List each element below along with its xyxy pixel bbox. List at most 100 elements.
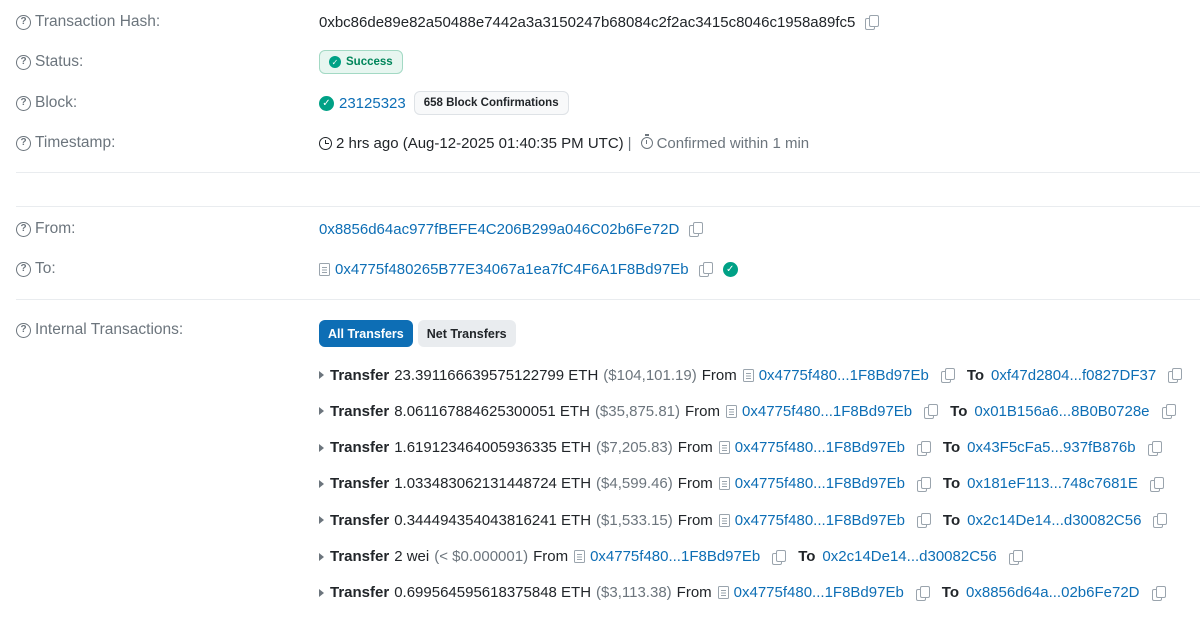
to-address-link[interactable]: 0x4775f480265B77E34067a1ea7fC4F6A1F8Bd97… [335,261,689,278]
transfer-tabs: All Transfers Net Transfers [319,320,521,347]
transfer-to-link[interactable]: 0x01B156a6...8B0B0728e [974,403,1149,420]
copy-icon[interactable] [915,585,930,601]
tx-hash-text: 0xbc86de89e82a50488e7442a3a3150247b68084… [319,13,856,31]
contract-icon [717,586,729,600]
transfer-word: Transfer [330,511,390,529]
transfer-amount: 1.619123464005936335 ETH [394,439,592,457]
to-row: ? To: 0x4775f480265B77E34067a1ea7fC4F6A1… [0,256,1200,282]
transfer-usd: (< $0.000001) [434,548,529,565]
tx-hash-label: ? Transaction Hash: [16,13,160,31]
to-word: To [942,439,961,457]
question-icon[interactable]: ? [16,261,31,277]
transfer-to-link[interactable]: 0x2c14De14...d30082C56 [822,548,996,565]
tx-hash-row: ? Transaction Hash: 0xbc86de89e82a50488e… [0,9,1200,35]
copy-icon[interactable] [1147,440,1162,456]
from-word: From [677,439,713,457]
to-word: To [941,584,960,602]
transfer-to-link[interactable]: 0x43F5cFa5...937fB876b [967,439,1135,456]
divider [16,299,1200,300]
transfer-usd: ($1,533.15) [596,511,673,529]
copy-icon[interactable] [1149,476,1164,492]
transfer-row: Transfer 23.391166639575122799 ETH ($104,1… [319,362,1183,388]
transfer-row: Transfer 1.033483062131448724 ETH ($4,599.… [319,471,1164,497]
caret-right-icon[interactable] [319,443,324,452]
copy-icon[interactable] [772,549,787,565]
clock-icon [319,136,332,150]
internal-tx-row: ? Internal Transactions: [0,317,1200,343]
caret-right-icon[interactable] [319,516,324,525]
copy-icon[interactable] [698,262,713,277]
timestamp-value: 2 hrs ago (Aug-12-2025 01:40:35 PM UTC) … [319,134,809,152]
question-icon[interactable]: ? [16,95,31,111]
timestamp-separator: | [627,134,632,152]
transfer-from-link[interactable]: 0x4775f480...1F8Bd97Eb [735,512,905,529]
transfer-row: Transfer 0.699564595618375848 ETH ($3,113.… [319,580,1166,606]
transfer-word: Transfer [330,584,390,602]
transfer-from-link[interactable]: 0x4775f480...1F8Bd97Eb [735,439,905,456]
copy-icon[interactable] [1168,368,1183,383]
timestamp-row: ? Timestamp: 2 hrs ago (Aug-12-2025 01:4… [0,130,1200,156]
transfer-from-link[interactable]: 0x4775f480...1F8Bd97Eb [734,584,904,601]
tab-net-transfers[interactable]: Net Transfers [417,320,516,347]
transfer-to-link[interactable]: 0x8856d64a...02b6Fe72D [966,584,1139,601]
copy-icon[interactable] [940,368,955,383]
caret-right-icon[interactable] [319,588,324,597]
question-icon[interactable]: ? [16,54,31,70]
copy-icon[interactable] [916,440,931,456]
from-address-link[interactable]: 0x8856d64ac977fBEFE4C206B299a046C02b6Fe7… [319,221,679,238]
copy-icon[interactable] [916,513,931,529]
transfer-from-link[interactable]: 0x4775f480...1F8Bd97Eb [590,548,760,565]
question-icon[interactable]: ? [16,135,31,151]
from-word: From [685,402,721,420]
status-row: ? Status: ✓ Success [0,49,1200,75]
transfer-amount: 1.033483062131448724 ETH [394,475,592,493]
caret-right-icon[interactable] [319,371,324,379]
internal-tx-label: ? Internal Transactions: [16,321,183,339]
from-label: ? From: [16,220,75,238]
transfer-to-link[interactable]: 0x181eF113...748c7681E [967,475,1138,492]
tx-hash-value: 0xbc86de89e82a50488e7442a3a3150247b68084… [319,13,880,31]
transfer-row: Transfer 2 wei (< $0.000001) From 0x4775f480… [319,544,1023,570]
transfer-from-link[interactable]: 0x4775f480...1F8Bd97Eb [735,475,905,492]
to-word: To [942,475,961,493]
contract-icon [718,513,730,527]
to-value: 0x4775f480265B77E34067a1ea7fC4F6A1F8Bd97… [319,261,743,278]
caret-right-icon[interactable] [319,552,324,561]
caret-right-icon[interactable] [319,407,324,416]
question-icon[interactable]: ? [16,221,31,237]
copy-icon[interactable] [1151,585,1166,601]
transfer-word: Transfer [330,439,390,457]
transfer-to-link[interactable]: 0xf47d2804...f0827DF37 [991,367,1156,384]
check-circle-icon: ✓ [319,95,334,111]
question-icon[interactable]: ? [16,322,31,338]
contract-icon [742,368,754,382]
contract-icon [726,404,738,418]
from-word: From [677,511,713,529]
copy-icon[interactable] [865,15,880,30]
copy-icon[interactable] [916,476,931,492]
transfer-amount: 0.344494354043816241 ETH [394,511,592,529]
copy-icon[interactable] [1161,404,1176,420]
block-row: ? Block: ✓ 23125323 658 Block Confirmati… [0,90,1200,116]
transfer-to-link[interactable]: 0x2c14De14...d30082C56 [967,512,1141,529]
copy-icon[interactable] [1153,513,1168,529]
transfer-word: Transfer [330,366,390,384]
transfer-usd: ($7,205.83) [596,439,673,457]
status-badge: ✓ Success [319,50,403,74]
transfer-usd: ($4,599.46) [596,475,673,493]
stopwatch-icon [640,134,653,149]
transfer-from-link[interactable]: 0x4775f480...1F8Bd97Eb [759,367,929,384]
tab-all-transfers[interactable]: All Transfers [319,320,413,347]
divider [16,206,1200,207]
transfer-from-link[interactable]: 0x4775f480...1F8Bd97Eb [742,403,912,420]
caret-right-icon[interactable] [319,479,324,488]
to-word: To [950,402,968,420]
contract-icon [718,441,730,455]
transfer-usd: ($104,101.19) [603,366,697,384]
block-number-link[interactable]: 23125323 [339,95,406,112]
to-word: To [798,548,816,565]
question-icon[interactable]: ? [16,14,31,30]
copy-icon[interactable] [689,222,704,237]
copy-icon[interactable] [1008,549,1023,565]
copy-icon[interactable] [924,404,939,420]
